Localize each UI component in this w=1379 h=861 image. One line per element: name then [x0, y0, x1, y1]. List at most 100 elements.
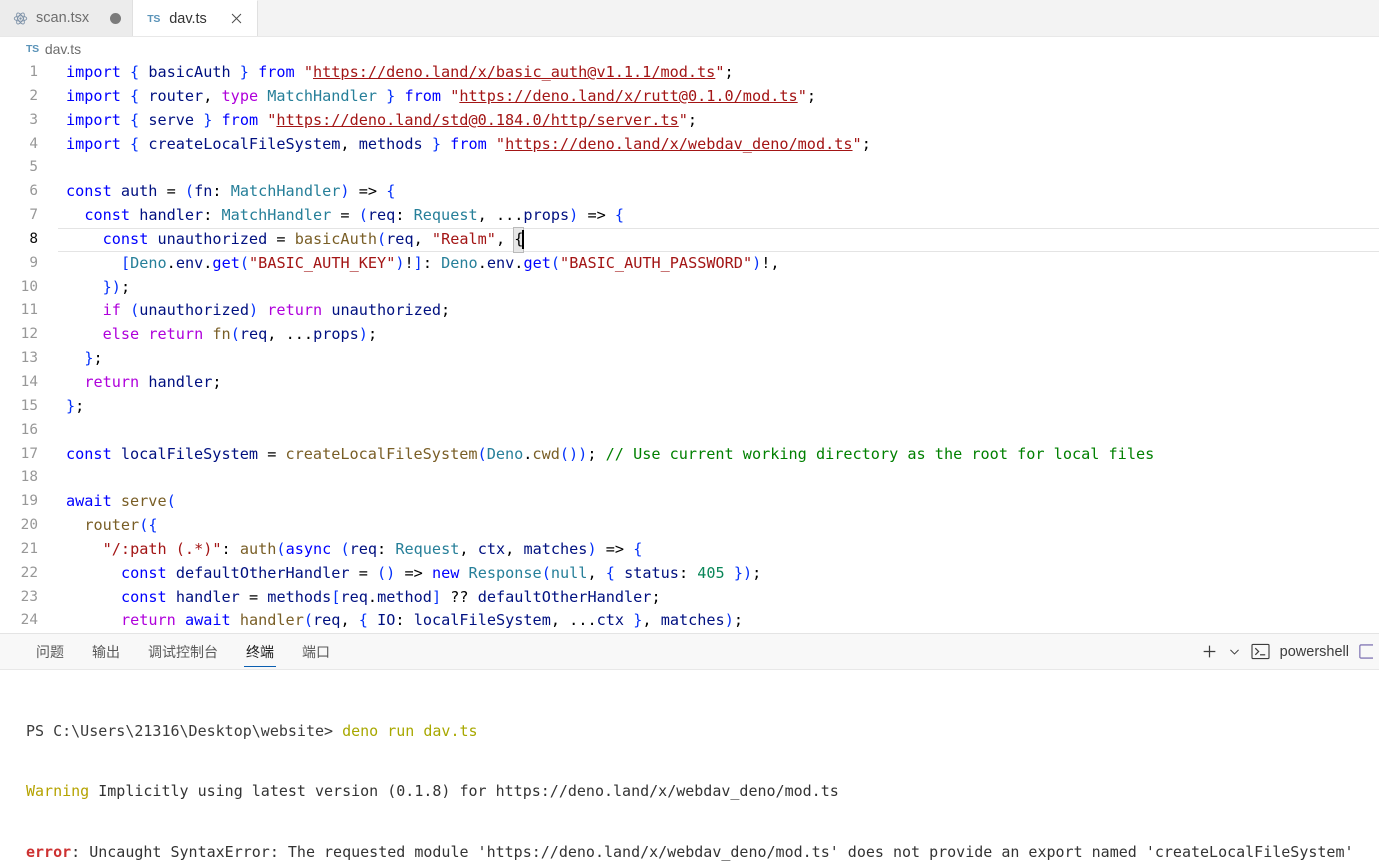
code-line-content[interactable]: const defaultOtherHandler = () = > new Re… [58, 562, 1379, 586]
code-line-content[interactable]: import { router, type MatchHandler } fro… [58, 85, 1379, 109]
code-line-content[interactable]: }; [58, 347, 1379, 371]
terminal-shell-icon[interactable] [1251, 643, 1270, 660]
line-number: 13 [20, 350, 38, 367]
code-line-content[interactable]: else return fn(req, ... props); [58, 323, 1379, 347]
code-line[interactable]: 23 const handler = methods[req. method] ?… [0, 586, 1379, 610]
code-line[interactable]: 18 [0, 466, 1379, 490]
panel-tab-debug-console[interactable]: 调试控制台 [134, 634, 232, 669]
code-line-content[interactable]: import { createLocalFileSystem, methods … [58, 133, 1379, 157]
code-line[interactable]: 12 else return fn(req, ... props); [0, 323, 1379, 347]
panel-tab-output[interactable]: 输出 [78, 634, 134, 669]
editor-tab-bar: scan.tsx TS dav.ts [0, 0, 1379, 37]
vscode-window: scan.tsx TS dav.ts TS dav.ts 1 import { b… [0, 0, 1379, 861]
active-terminal-name[interactable]: powershell [1280, 644, 1349, 660]
code-lines-container: 1 import { basicAuth } from " https://deno… [0, 61, 1379, 633]
tab-scan-tsx[interactable]: scan.tsx [0, 0, 134, 36]
code-line[interactable]: 21 "/:path (.*) ": auth(async (req: Reque… [0, 538, 1379, 562]
line-number: 10 [20, 278, 38, 295]
code-line-content[interactable]: return await handler(req, { IO: localFil… [58, 609, 1379, 633]
code-line[interactable]: 9 [Deno. env. get(" BASIC_AUTH_KEY ")!]: Den… [0, 252, 1379, 276]
code-line-content[interactable]: }); [58, 276, 1379, 300]
line-number: 2 [29, 87, 38, 104]
line-number: 5 [29, 159, 38, 176]
code-line[interactable]: 20 router({ [0, 514, 1379, 538]
code-line[interactable]: 8 const unauthorized = basicAuth(req, " R… [0, 226, 1379, 253]
new-terminal-button[interactable] [1201, 643, 1218, 660]
code-line[interactable]: 17 const localFileSystem = createLocalFil… [0, 443, 1379, 467]
panel-tab-terminal[interactable]: 终端 [232, 634, 288, 669]
code-line[interactable]: 4 import { createLocalFileSystem, methods… [0, 133, 1379, 157]
line-number: 9 [29, 254, 38, 271]
code-line[interactable]: 10 }); [0, 276, 1379, 300]
terminal-output[interactable]: PS C:\Users\21316\Desktop\website> deno … [0, 670, 1379, 861]
tab-dav-ts[interactable]: TS dav.ts [133, 0, 258, 36]
code-line-content[interactable]: router({ [58, 514, 1379, 538]
line-number: 8 [29, 230, 38, 247]
line-number: 17 [20, 445, 38, 462]
code-line-content[interactable]: const localFileSystem = createLocalFileS… [58, 443, 1379, 467]
line-number: 12 [20, 326, 38, 343]
close-icon[interactable] [228, 10, 246, 28]
chevron-down-icon[interactable] [1228, 645, 1241, 658]
line-number: 20 [20, 517, 38, 534]
typescript-icon: TS [147, 12, 161, 25]
code-line-content[interactable]: return handler; [58, 371, 1379, 395]
tab-bar-empty-space [257, 0, 1379, 36]
code-line-content[interactable]: "/:path (.*) ": auth(async (req: Request,… [58, 538, 1379, 562]
code-line-content[interactable]: import { serve } from " https://deno.land… [58, 109, 1379, 133]
code-line-content[interactable]: }; [58, 395, 1379, 419]
line-number: 4 [29, 135, 38, 152]
line-number: 24 [20, 612, 38, 629]
code-line[interactable]: 6 const auth = (fn: MatchHandler) = > { [0, 180, 1379, 204]
bottom-panel: 问题 输出 调试控制台 终端 端口 powershell PS C:\Users… [0, 633, 1379, 861]
terminal-prompt: PS C:\Users\21316\Desktop\website> [26, 721, 334, 740]
terminal-line: Warning Implicitly using latest version … [26, 781, 1379, 801]
line-number: 6 [29, 183, 38, 200]
code-line[interactable]: 2 import { router, type MatchHandler } fr… [0, 85, 1379, 109]
code-line-content[interactable]: const handler = methods[req. method] ?? d… [58, 586, 1379, 610]
breadcrumb[interactable]: TS dav.ts [0, 37, 1379, 61]
code-line-content[interactable]: await serve( [58, 490, 1379, 514]
terminal-line: error: Uncaught SyntaxError: The request… [26, 842, 1379, 861]
panel-tab-ports[interactable]: 端口 [288, 634, 344, 669]
line-number: 15 [20, 397, 38, 414]
code-line[interactable]: 22 const defaultOtherHandler = () = > new… [0, 562, 1379, 586]
line-number: 14 [20, 373, 38, 390]
line-number: 11 [20, 302, 38, 319]
error-text: : Uncaught SyntaxError: The requested mo… [71, 843, 1354, 861]
code-line-content[interactable]: const unauthorized = basicAuth(req, " Rea… [58, 226, 1379, 253]
code-line[interactable]: 24 return await handler(req, { IO: local… [0, 609, 1379, 633]
code-line[interactable]: 19 await serve( [0, 490, 1379, 514]
panel-header: 问题 输出 调试控制台 终端 端口 powershell [0, 634, 1379, 670]
code-line[interactable]: 1 import { basicAuth } from " https://deno… [0, 61, 1379, 85]
code-line[interactable]: 5 [0, 156, 1379, 180]
panel-tab-problems[interactable]: 问题 [22, 634, 78, 669]
breadcrumb-file-label[interactable]: dav.ts [45, 41, 81, 57]
code-line[interactable]: 13 }; [0, 347, 1379, 371]
unsaved-indicator-dot[interactable] [110, 12, 122, 24]
split-terminal-icon[interactable] [1359, 643, 1373, 660]
code-line-content[interactable]: import { basicAuth } from " https://deno.… [58, 61, 1379, 85]
code-line-content[interactable]: const auth = (fn: MatchHandler) = > { [58, 180, 1379, 204]
line-number: 3 [29, 111, 38, 128]
code-line-content[interactable]: [Deno. env. get(" BASIC_AUTH_KEY ")!]: Deno.… [58, 252, 1379, 276]
line-number: 19 [20, 493, 38, 510]
tab-label: dav.ts [169, 10, 207, 27]
code-line[interactable]: 3 import { serve } from " https://deno.lan… [0, 109, 1379, 133]
code-line-content[interactable]: const handler: MatchHandler = (req: Requ… [58, 204, 1379, 228]
code-line[interactable]: 14 return handler; [0, 371, 1379, 395]
code-line[interactable]: 11 if (unauthorized) return unauthorized… [0, 299, 1379, 323]
line-number: 18 [20, 469, 38, 486]
code-line[interactable]: 7 const handler: MatchHandler = (req: Re… [0, 204, 1379, 228]
code-line-content[interactable]: if (unauthorized) return unauthorized; [58, 299, 1379, 323]
code-line[interactable]: 16 [0, 419, 1379, 443]
panel-actions: powershell [1201, 634, 1379, 669]
react-atom-icon [12, 10, 29, 27]
line-number: 23 [20, 588, 38, 605]
panel-tab-list: 问题 输出 调试控制台 终端 端口 [0, 634, 344, 669]
line-number: 1 [29, 64, 38, 80]
code-editor[interactable]: 1 import { basicAuth } from " https://deno… [0, 61, 1379, 633]
line-number: 7 [29, 207, 38, 224]
code-line[interactable]: 15}; [0, 395, 1379, 419]
